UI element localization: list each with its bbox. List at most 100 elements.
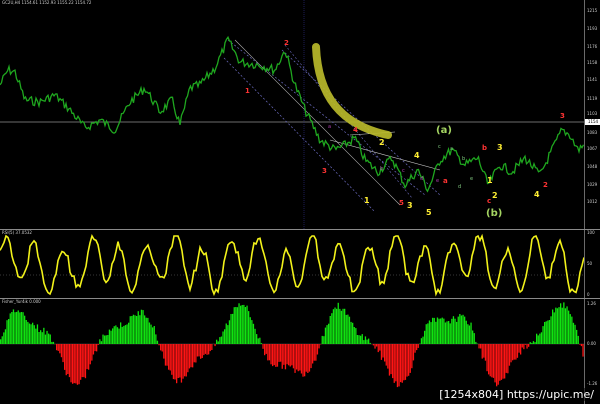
wave-label[interactable]: c <box>487 197 491 205</box>
fisher-bar <box>190 344 192 368</box>
fisher-bar <box>448 321 450 344</box>
fisher-bar <box>291 344 293 366</box>
fisher-bar <box>92 344 95 355</box>
fisher-bar <box>166 344 168 366</box>
fisher-bar <box>246 305 248 344</box>
fisher-bar <box>118 328 120 344</box>
fisher-bar <box>236 307 239 344</box>
fisher-bar <box>280 344 282 362</box>
fisher-bar <box>288 344 290 366</box>
fisher-bar <box>430 322 432 344</box>
fisher-bar <box>12 309 15 344</box>
fisher-bar <box>488 344 490 375</box>
fisher-bar <box>348 316 351 344</box>
price-scale-tick: 1158 <box>587 60 598 65</box>
fisher-bar <box>433 317 435 344</box>
fisher-bar <box>158 344 160 346</box>
fisher-bar <box>257 338 259 344</box>
fisher-bar <box>555 307 557 344</box>
price-scale-tick: 1215 <box>587 8 598 13</box>
fisher-bar <box>548 320 551 344</box>
fisher-bar <box>102 334 104 344</box>
wave-label[interactable]: 3 <box>322 167 327 175</box>
rsi-scale-tick: 0 <box>587 292 590 297</box>
fisher-bar <box>184 344 186 377</box>
fisher-bar <box>260 343 263 344</box>
wave-label[interactable]: 5 <box>399 199 404 207</box>
fisher-bar <box>363 340 365 344</box>
wave-label[interactable]: 4 <box>353 126 358 134</box>
fisher-bar <box>414 344 416 353</box>
fisher-bar <box>424 330 426 344</box>
fisher-bar <box>113 326 115 344</box>
fisher-bar <box>489 344 491 377</box>
fisher-bar <box>542 326 544 344</box>
wave-label[interactable]: 3 <box>407 201 413 210</box>
fisher-bar <box>345 314 347 344</box>
fisher-bar <box>292 344 295 369</box>
fisher-bar <box>534 342 536 344</box>
price-series-line <box>0 35 584 193</box>
wave-label[interactable]: 4 <box>414 151 420 160</box>
wave-label[interactable]: (b) <box>486 208 502 219</box>
fisher-bar <box>219 337 221 344</box>
fisher-bar <box>32 322 34 344</box>
wave-label[interactable]: 3 <box>497 143 503 152</box>
wave-label[interactable]: 4 <box>534 190 540 199</box>
fisher-bar <box>566 306 568 344</box>
fisher-bar <box>188 344 191 369</box>
fisher-bar <box>284 344 287 370</box>
wave-label[interactable]: 5 <box>426 208 432 217</box>
fisher-bar <box>105 335 107 344</box>
fisher-bar <box>9 313 11 344</box>
fisher-bar <box>451 318 453 344</box>
fisher-bar <box>30 324 32 344</box>
rsi-chart <box>0 233 584 297</box>
wave-label[interactable]: 1 <box>487 176 493 185</box>
fisher-bar <box>526 344 528 349</box>
fisher-bar <box>86 344 88 370</box>
wave-label[interactable]: 2 <box>284 39 289 47</box>
fisher-bar <box>510 344 512 363</box>
fisher-bar <box>416 344 418 351</box>
wave-label[interactable]: 2 <box>379 138 385 147</box>
fisher-bar <box>523 344 525 350</box>
price-chart-pane[interactable]: 1 2 3 4 5 2 4 1 3 5 (a) (b) a b c 1 2 3 4 2 3 abcdeabcde GC2… <box>0 0 584 229</box>
wave-label[interactable]: 2 <box>492 191 498 200</box>
fisher-bar <box>372 344 375 346</box>
fisher-bar <box>417 344 419 348</box>
wave-label[interactable]: 3 <box>560 112 565 120</box>
wave-label[interactable]: 1 <box>245 87 250 95</box>
fisher-bar <box>491 344 493 378</box>
fisher-bar <box>155 334 157 344</box>
price-chart: 1234524135(a)(b)abc123423 abcdeab cd e <box>0 0 584 229</box>
fisher-bar <box>563 302 565 344</box>
fisher-bar <box>96 344 98 352</box>
fisher-bar <box>1 336 3 344</box>
price-scale-tick: 1012 <box>587 199 598 204</box>
wave-label[interactable]: 2 <box>543 181 548 189</box>
fisher-bar <box>171 344 173 375</box>
rsi-indicator-pane[interactable]: RSI(5) 37.0532 <box>0 230 584 298</box>
fisher-bar <box>497 344 499 385</box>
fisher-bar <box>574 324 576 344</box>
wave-label[interactable]: a <box>443 177 448 185</box>
fisher-bar <box>299 344 301 371</box>
fisher-bar <box>129 316 131 344</box>
fisher-bar <box>456 321 458 344</box>
fisher-bar <box>123 325 125 344</box>
wave-label[interactable]: b <box>482 144 487 152</box>
fisher-bar <box>340 310 343 344</box>
fisher-bar <box>185 344 187 377</box>
wave-label[interactable]: 1 <box>364 196 370 205</box>
fisher-bar <box>462 314 464 344</box>
fisher-bar <box>232 313 234 344</box>
fisher-bar <box>521 344 523 348</box>
fisher-bar <box>529 342 531 344</box>
fisher-bar <box>272 344 274 367</box>
fisher-bar <box>206 344 208 355</box>
wave-label[interactable]: (a) <box>436 125 452 136</box>
fisher-bar <box>505 344 507 373</box>
fisher-bar <box>40 330 42 344</box>
price-scale[interactable]: 1215 1193 1176 1158 1141 1119 1103 1083 1067 1048… <box>584 0 600 229</box>
